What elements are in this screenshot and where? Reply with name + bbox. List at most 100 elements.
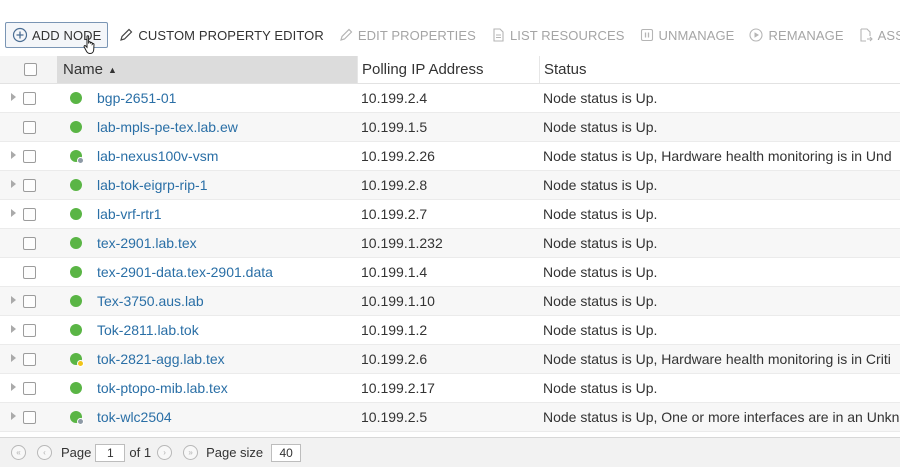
row-checkbox[interactable] — [23, 91, 36, 105]
node-name-link[interactable]: tex-2901.lab.tex — [97, 235, 197, 251]
row-checkbox[interactable] — [23, 323, 36, 337]
status-cell: Node status is Up. — [543, 380, 658, 396]
previous-page-icon[interactable]: ‹ — [37, 445, 52, 460]
node-name-cell: Tok-2811.lab.tok — [57, 316, 357, 344]
row-checkbox[interactable] — [23, 381, 36, 395]
next-page-icon[interactable]: › — [157, 445, 173, 460]
hand-cursor-icon — [82, 34, 98, 56]
pencil-icon — [338, 27, 354, 43]
table-row[interactable]: lab-tok-eigrp-rip-1 10.199.2.8 Node status… — [0, 171, 900, 200]
node-name-link[interactable]: tex-2901-data.tex-2901.data — [97, 264, 273, 280]
unmanage-label: UNMANAGE — [658, 27, 735, 43]
polling-ip-cell: 10.199.1.5 — [361, 119, 428, 135]
table-row[interactable]: lab-mpls-pe-tex.lab.ew 10.199.1.5 Node sta… — [0, 113, 900, 142]
row-checkbox-cell — [0, 200, 82, 228]
status-cell: Node status is Up, One or more interface… — [543, 409, 900, 425]
node-name-link[interactable]: lab-nexus100v-vsm — [97, 148, 218, 164]
column-header-ip[interactable]: Polling IP Address — [357, 56, 539, 83]
row-checkbox[interactable] — [23, 178, 36, 192]
column-header-name[interactable]: Name ▲ — [57, 56, 357, 83]
status-cell: Node status is Up. — [543, 119, 658, 135]
row-checkbox[interactable] — [23, 207, 36, 221]
node-name-link[interactable]: tok-wlc2504 — [97, 409, 172, 425]
row-checkbox[interactable] — [23, 294, 36, 308]
column-header-status-label: Status — [544, 61, 587, 78]
node-name-link[interactable]: tok-ptopo-mib.lab.tex — [97, 380, 228, 396]
node-name-cell: tok-ptopo-mib.lab.tex — [57, 374, 357, 402]
node-name-cell: tex-2901-data.tex-2901.data — [57, 258, 357, 286]
table-row[interactable]: Tex-3750.aus.lab 10.199.1.10 Node status i… — [0, 287, 900, 316]
status-up-icon — [70, 411, 84, 425]
expand-arrow-icon[interactable] — [11, 383, 16, 391]
status-cell: Node status is Up, Hardware health monit… — [543, 148, 892, 164]
row-checkbox[interactable] — [23, 149, 36, 163]
polling-ip-cell: 10.199.1.10 — [361, 293, 435, 309]
expand-arrow-icon[interactable] — [11, 296, 16, 304]
polling-ip-cell: 10.199.2.8 — [361, 177, 428, 193]
table-row[interactable]: Tok-2811.lab.tok 10.199.1.2 Node status is… — [0, 316, 900, 345]
polling-ip-cell: 10.199.2.6 — [361, 351, 428, 367]
page-of-label: of 1 — [129, 445, 152, 460]
column-header-ip-label: Polling IP Address — [362, 61, 484, 78]
expand-arrow-icon[interactable] — [11, 180, 16, 188]
list-resources-label: LIST RESOURCES — [509, 27, 625, 43]
toolbar: ADD NODE CUSTOM PROPERTY EDITOR EDIT PRO… — [0, 18, 900, 52]
row-checkbox-cell — [0, 258, 82, 286]
table-body: bgp-2651-01 10.199.2.4 Node status is Up. l… — [0, 84, 900, 432]
polling-ip-cell: 10.199.1.4 — [361, 264, 428, 280]
page-size-input[interactable]: 40 — [271, 443, 302, 462]
table-row[interactable]: tok-wlc2504 10.199.2.5 Node status is Up, … — [0, 403, 900, 432]
expand-arrow-icon[interactable] — [11, 354, 16, 362]
status-cell: Node status is Up. — [543, 264, 658, 280]
row-checkbox-cell — [0, 403, 84, 431]
warning-badge-icon — [77, 360, 84, 367]
custom-property-editor-button[interactable]: CUSTOM PROPERTY EDITOR — [112, 22, 331, 48]
row-checkbox[interactable] — [23, 120, 36, 134]
table-row[interactable]: tex-2901.lab.tex 10.199.1.232 Node status … — [0, 229, 900, 258]
node-name-link[interactable]: Tok-2811.lab.tok — [97, 322, 199, 338]
expand-arrow-icon[interactable] — [11, 93, 16, 101]
row-checkbox[interactable] — [23, 410, 36, 424]
table-row[interactable]: tok-ptopo-mib.lab.tex 10.199.2.17 Node sta… — [0, 374, 900, 403]
row-checkbox[interactable] — [23, 236, 36, 250]
expand-arrow-icon[interactable] — [11, 325, 16, 333]
remanage-button[interactable]: REMANAGE — [742, 22, 851, 48]
node-name-cell: lab-mpls-pe-tex.lab.ew — [57, 113, 357, 141]
table-row[interactable]: lab-nexus100v-vsm 10.199.2.26 Node status … — [0, 142, 900, 171]
status-cell: Node status is Up. — [543, 293, 658, 309]
polling-ip-cell: 10.199.1.232 — [361, 235, 443, 251]
assign-poller-button[interactable]: ASSIGN POLLER — [852, 22, 900, 48]
expand-arrow-icon[interactable] — [11, 412, 16, 420]
row-checkbox-cell — [0, 171, 82, 199]
status-up-icon — [70, 121, 82, 133]
table-row[interactable]: bgp-2651-01 10.199.2.4 Node status is Up. — [0, 84, 900, 113]
node-name-link[interactable]: lab-tok-eigrp-rip-1 — [97, 177, 207, 193]
status-cell: Node status is Up. — [543, 235, 658, 251]
table-row[interactable]: tok-2821-agg.lab.tex 10.199.2.6 Node statu… — [0, 345, 900, 374]
row-checkbox[interactable] — [23, 265, 36, 279]
node-name-link[interactable]: Tex-3750.aus.lab — [97, 293, 204, 309]
row-checkbox[interactable] — [23, 352, 36, 366]
select-all-checkbox[interactable] — [24, 63, 37, 76]
first-page-icon[interactable]: « — [11, 445, 26, 460]
edit-properties-button[interactable]: EDIT PROPERTIES — [332, 22, 484, 48]
unmanage-button[interactable]: UNMANAGE — [633, 22, 743, 48]
node-name-link[interactable]: bgp-2651-01 — [97, 90, 176, 106]
status-up-icon — [70, 353, 84, 367]
expand-arrow-icon[interactable] — [11, 151, 16, 159]
node-name-link[interactable]: tok-2821-agg.lab.tex — [97, 351, 225, 367]
node-name-link[interactable]: lab-vrf-rtr1 — [97, 206, 162, 222]
table-row[interactable]: lab-vrf-rtr1 10.199.2.7 Node status is Up. — [0, 200, 900, 229]
status-up-icon — [70, 237, 82, 249]
status-up-icon — [70, 295, 82, 307]
column-header-status[interactable]: Status — [539, 56, 900, 83]
last-page-icon[interactable]: » — [183, 445, 199, 460]
unknown-badge-icon — [77, 418, 84, 425]
pause-icon — [639, 27, 655, 43]
page-number-input[interactable]: 1 — [95, 443, 126, 462]
table-row[interactable]: tex-2901-data.tex-2901.data 10.199.1.4 Nod… — [0, 258, 900, 287]
expand-arrow-icon[interactable] — [11, 209, 16, 217]
node-name-link[interactable]: lab-mpls-pe-tex.lab.ew — [97, 119, 238, 135]
status-up-icon — [70, 92, 82, 104]
list-resources-button[interactable]: LIST RESOURCES — [484, 22, 633, 48]
